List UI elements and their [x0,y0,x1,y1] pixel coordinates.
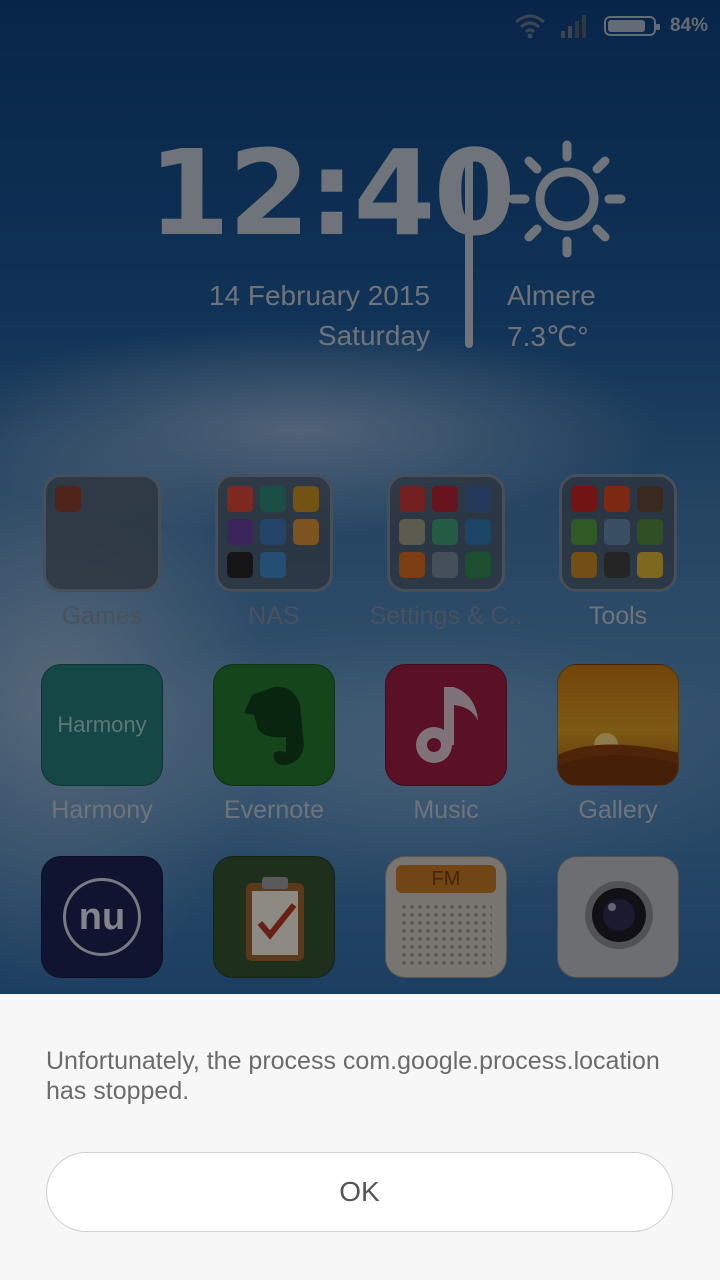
dialog-message: Unfortunately, the process com.google.pr… [46,1047,660,1105]
error-dialog: Unfortunately, the process com.google.pr… [0,994,720,1280]
ok-button[interactable]: OK [46,1152,673,1232]
